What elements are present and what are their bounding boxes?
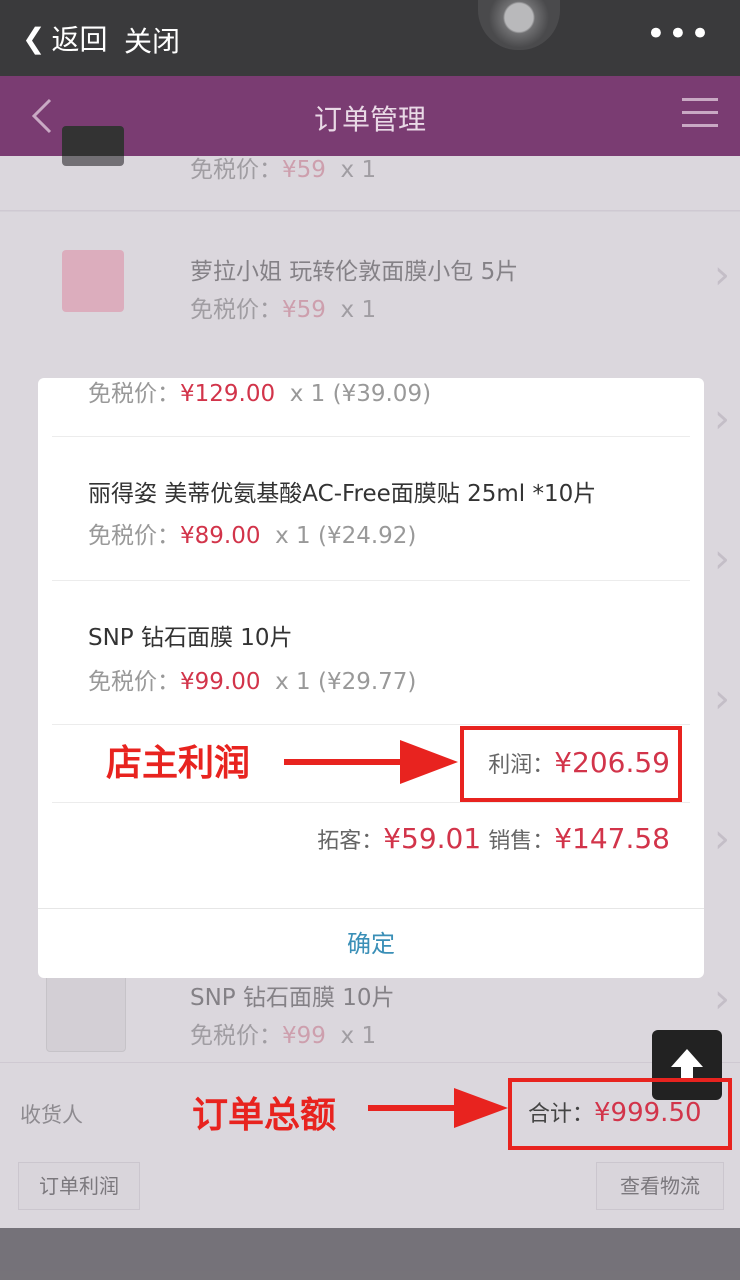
divider (52, 802, 690, 803)
confirm-button[interactable]: 确定 (38, 908, 704, 978)
dialog-item-price: 免税价：¥89.00 x 1 (¥24.92) (88, 523, 417, 549)
tuoke-sales-breakdown: 拓客：¥59.01 销售：¥147.58 (317, 822, 670, 855)
annotation-shop-profit: 店主利润 (106, 743, 251, 784)
annotation-arrow (368, 1088, 508, 1128)
more-options-icon[interactable]: ••• (646, 14, 712, 54)
camera-notch (478, 0, 560, 50)
divider (52, 580, 690, 581)
dialog-item: 丽得姿 美蒂优氨基酸AC-Free面膜贴 25ml *10片 免税价：¥89.0… (52, 438, 690, 580)
menu-icon[interactable] (682, 98, 718, 134)
divider (52, 724, 690, 725)
wechat-top-bar: ❮ 返回 关闭 ••• (0, 0, 740, 76)
highlight-box (460, 726, 682, 802)
dialog-item-name: SNP 钻石面膜 10片 (88, 625, 293, 651)
wechat-close-button[interactable]: 关闭 (124, 20, 180, 60)
dialog-item: 免税价：¥129.00 x 1 (¥39.09) (52, 378, 690, 434)
dialog-item: SNP 钻石面膜 10片 免税价：¥99.00 x 1 (¥29.77) (52, 582, 690, 722)
wechat-back-button[interactable]: ❮ 返回 (22, 18, 107, 58)
divider (52, 436, 690, 437)
dialog-item-price: 免税价：¥129.00 x 1 (¥39.09) (88, 381, 432, 407)
annotation-order-total: 订单总额 (192, 1095, 337, 1136)
highlight-box (508, 1078, 732, 1150)
chevron-left-icon: ❮ (22, 21, 46, 55)
annotation-arrow (284, 740, 458, 784)
wechat-back-label: 返回 (51, 23, 108, 56)
profit-detail-dialog: 免税价：¥129.00 x 1 (¥39.09) 丽得姿 美蒂优氨基酸AC-Fr… (38, 378, 704, 978)
dialog-item-price: 免税价：¥99.00 x 1 (¥29.77) (88, 669, 417, 695)
dialog-item-name: 丽得姿 美蒂优氨基酸AC-Free面膜贴 25ml *10片 (88, 481, 597, 507)
